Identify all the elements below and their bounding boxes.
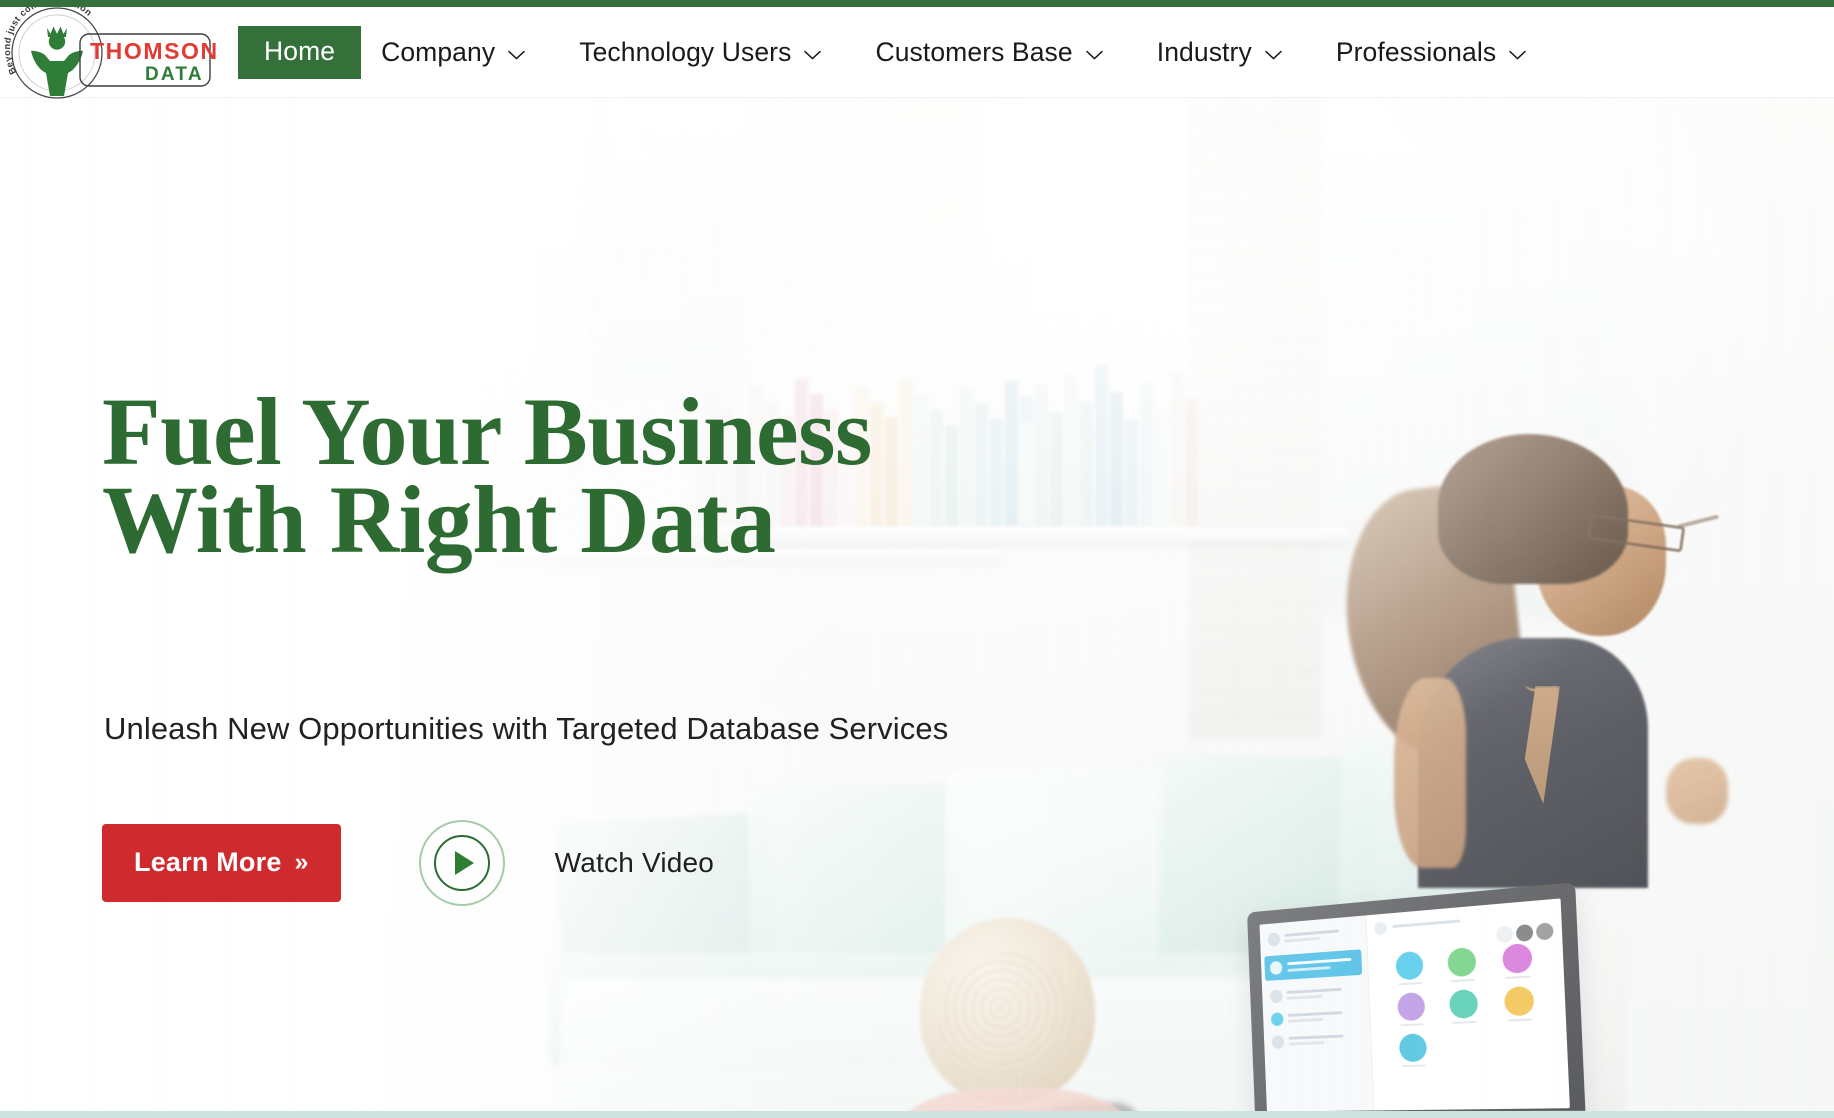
learn-more-button[interactable]: Learn More » bbox=[102, 824, 341, 902]
nav-item-home-label: Home bbox=[264, 36, 336, 67]
nav-item-industry[interactable]: Industry bbox=[1157, 39, 1282, 66]
nav-item-customers-base[interactable]: Customers Base bbox=[875, 37, 1103, 68]
hero-content: Fuel Your Business With Right Data Unlea… bbox=[0, 98, 1834, 1111]
play-icon-inner-ring bbox=[433, 835, 490, 891]
logo-wordmark-primary: THOMSON bbox=[90, 38, 219, 64]
nav-item-technology-users[interactable]: Technology Users bbox=[579, 37, 822, 68]
watch-video-label: Watch Video bbox=[554, 847, 715, 878]
chevron-down-icon bbox=[1085, 50, 1103, 60]
nav-item-technology-users-label: Technology Users bbox=[579, 37, 792, 68]
chevron-down-icon bbox=[1265, 50, 1282, 60]
logo-figure bbox=[31, 26, 83, 96]
hero-subtitle: Unleash New Opportunities with Targeted … bbox=[104, 711, 949, 746]
nav-item-company[interactable]: Company bbox=[381, 39, 525, 66]
logo-svg: Beyond just communication THOMSON DATA bbox=[2, 1, 219, 99]
top-accent-bar bbox=[0, 0, 1834, 7]
nav-item-home[interactable]: Home bbox=[238, 26, 362, 79]
chevron-down-icon bbox=[508, 50, 525, 60]
play-triangle-icon bbox=[455, 851, 475, 875]
chevron-down-icon bbox=[804, 50, 822, 60]
page-title: Fuel Your Business With Right Data bbox=[102, 378, 872, 574]
nav-item-customers-base-label: Customers Base bbox=[875, 37, 1073, 68]
learn-more-label: Learn More bbox=[134, 847, 282, 877]
chevron-down-icon bbox=[1509, 50, 1526, 60]
thomson-data-logo[interactable]: Beyond just communication THOMSON DATA bbox=[2, 1, 234, 101]
nav-item-company-label: Company bbox=[381, 37, 496, 68]
nav-item-professionals-label: Professionals bbox=[1335, 37, 1497, 68]
watch-video-button[interactable]: Watch Video bbox=[418, 820, 715, 906]
nav-item-industry-label: Industry bbox=[1156, 37, 1252, 68]
page-root: Beyond just communication THOMSON DATA bbox=[0, 0, 1834, 1118]
hero-section: Fuel Your Business With Right Data Unlea… bbox=[0, 98, 1834, 1111]
double-chevron-right-icon: » bbox=[294, 848, 309, 876]
logo-wordmark-secondary: DATA bbox=[145, 64, 204, 85]
play-icon[interactable] bbox=[418, 820, 505, 906]
nav-item-professionals[interactable]: Professionals bbox=[1336, 39, 1526, 66]
main-navigation: Home Company Technology Users Customers … bbox=[238, 7, 1526, 98]
site-header: Beyond just communication THOMSON DATA bbox=[0, 1, 1834, 99]
hero-cta-row: Learn More » Watch Video bbox=[102, 820, 714, 906]
bottom-accent-strip bbox=[0, 1111, 1834, 1118]
